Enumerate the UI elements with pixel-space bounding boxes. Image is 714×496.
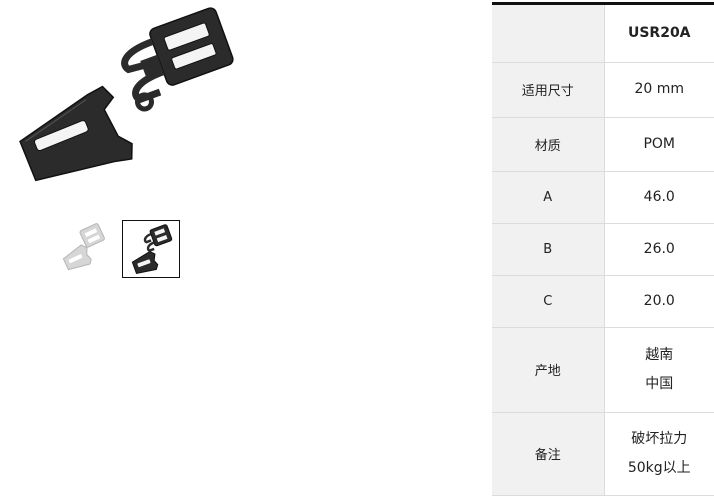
thumbnail-white-buckle[interactable]	[53, 220, 111, 278]
spec-label: C	[492, 275, 604, 327]
buckle-black-photo	[10, 5, 240, 205]
spec-value: 20.0	[604, 275, 714, 327]
spec-row-remarks: 备注 破坏拉力 50kg以上	[492, 412, 714, 495]
spec-row-c: C 20.0	[492, 275, 714, 327]
spec-label: 产地	[492, 327, 604, 412]
spec-value: POM	[604, 117, 714, 171]
spec-value: 46.0	[604, 171, 714, 223]
main-product-image	[10, 5, 240, 205]
model-name: USR20A	[604, 5, 714, 62]
spec-label: 适用尺寸	[492, 62, 604, 117]
spec-label: A	[492, 171, 604, 223]
spec-value: 26.0	[604, 223, 714, 275]
spec-value-line: 越南	[605, 341, 714, 370]
spec-value-line: 46.0	[605, 183, 714, 212]
spec-value-line: 26.0	[605, 235, 714, 264]
thumbnail-black-buckle[interactable]	[122, 220, 180, 278]
spec-label: 材质	[492, 117, 604, 171]
spec-value: 破坏拉力 50kg以上	[604, 412, 714, 495]
spec-value: 越南 中国	[604, 327, 714, 412]
spec-value-line: 50kg以上	[605, 454, 714, 483]
spec-row-b: B 26.0	[492, 223, 714, 275]
spec-label: 备注	[492, 412, 604, 495]
buckle-white-thumbnail-icon	[53, 220, 111, 278]
buckle-black-thumbnail-icon	[123, 221, 179, 277]
spec-table: USR20A 适用尺寸 20 mm 材质 POM A 46.0 B 26.0 C…	[492, 2, 714, 496]
spec-row-origin: 产地 越南 中国	[492, 327, 714, 412]
product-gallery	[0, 0, 492, 495]
spec-row-a: A 46.0	[492, 171, 714, 223]
spec-value-line: 中国	[605, 370, 714, 399]
spec-row-size: 适用尺寸 20 mm	[492, 62, 714, 117]
spec-header-row: USR20A	[492, 5, 714, 62]
spec-value-line: 破坏拉力	[605, 425, 714, 454]
spec-value: 20 mm	[604, 62, 714, 117]
spec-label: B	[492, 223, 604, 275]
spec-row-material: 材质 POM	[492, 117, 714, 171]
spec-value-line: 20.0	[605, 287, 714, 316]
spec-value-line: POM	[605, 130, 714, 159]
spec-value-line: 20 mm	[605, 75, 714, 104]
spec-header-empty-cell	[492, 5, 604, 62]
